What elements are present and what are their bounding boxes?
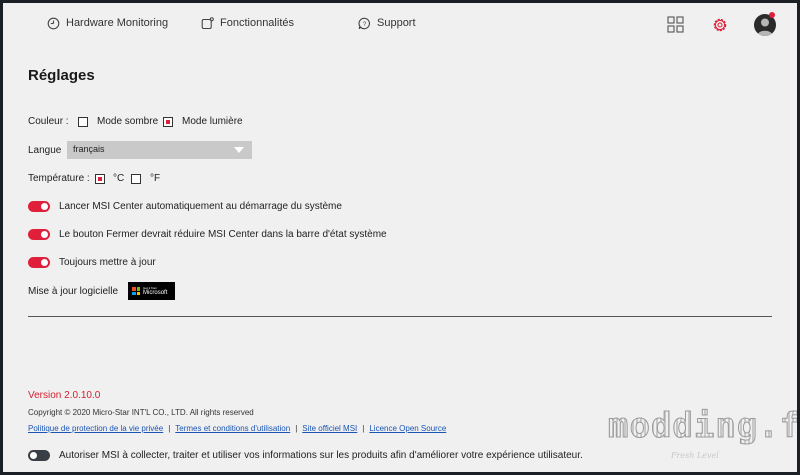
link-separator: | bbox=[168, 424, 171, 433]
fahrenheit-label: °F bbox=[150, 173, 161, 184]
toggle-row-auto-update: Toujours mettre à jour bbox=[28, 257, 156, 268]
microsoft-store-badge[interactable]: Get it from Microsoft bbox=[128, 282, 176, 300]
svg-text:?: ? bbox=[363, 22, 367, 28]
link-separator: | bbox=[362, 424, 365, 433]
toggle-row-autostart: Lancer MSI Center automatiquement au dém… bbox=[28, 201, 342, 212]
open-source-license-link[interactable]: Licence Open Source bbox=[369, 424, 446, 433]
chevron-down-icon bbox=[234, 147, 244, 153]
software-update-label: Mise à jour logicielle bbox=[28, 285, 119, 297]
copyright-text: Copyright © 2020 Micro-Star INT'L CO., L… bbox=[28, 408, 254, 417]
gauge-icon bbox=[47, 17, 60, 29]
auto-update-label: Toujours mettre à jour bbox=[59, 257, 156, 268]
page-title: Réglages bbox=[28, 67, 95, 84]
color-setting-row: Couleur : Mode sombre Mode lumière bbox=[28, 116, 243, 127]
consent-toggle[interactable] bbox=[28, 450, 50, 461]
toggle-row-close-to-tray: Le bouton Fermer devrait réduire MSI Cen… bbox=[28, 229, 387, 240]
consent-label: Autoriser MSI à collecter, traiter et ut… bbox=[59, 450, 583, 461]
language-row: Langue bbox=[28, 145, 61, 156]
celsius-checkbox[interactable] bbox=[95, 173, 105, 184]
language-select-value: français bbox=[73, 144, 105, 154]
nav-features-label: Fonctionnalités bbox=[220, 17, 294, 29]
close-to-tray-label: Le bouton Fermer devrait réduire MSI Cen… bbox=[59, 229, 387, 240]
divider bbox=[28, 316, 772, 317]
consent-row: Autoriser MSI à collecter, traiter et ut… bbox=[28, 450, 583, 461]
auto-update-toggle[interactable] bbox=[28, 257, 50, 268]
watermark-subtitle: Fresh Level bbox=[671, 451, 719, 460]
top-nav: Hardware Monitoring Fonctionnalités ? Su… bbox=[3, 3, 797, 47]
privacy-policy-link[interactable]: Politique de protection de la vie privée bbox=[28, 424, 163, 433]
nav-hardware-monitoring[interactable]: Hardware Monitoring bbox=[47, 14, 168, 32]
language-select[interactable]: français bbox=[67, 141, 252, 159]
dark-mode-label: Mode sombre bbox=[97, 116, 159, 127]
official-site-link[interactable]: Site officiel MSI bbox=[302, 424, 357, 433]
light-mode-label: Mode lumière bbox=[182, 116, 243, 127]
terms-link[interactable]: Termes et conditions d'utilisation bbox=[175, 424, 290, 433]
nav-features[interactable]: Fonctionnalités bbox=[201, 14, 294, 32]
dark-mode-checkbox[interactable] bbox=[78, 116, 88, 127]
software-update-row: Mise à jour logicielle Get it from Micro… bbox=[28, 282, 176, 300]
chat-icon: ? bbox=[358, 17, 370, 29]
nav-hardware-label: Hardware Monitoring bbox=[66, 17, 169, 29]
fahrenheit-checkbox[interactable] bbox=[131, 173, 141, 184]
watermark-logo: modding.fr bbox=[608, 406, 797, 447]
temperature-row: Température : °C °F bbox=[28, 173, 160, 184]
badge-big-text: Microsoft bbox=[143, 289, 168, 296]
autostart-toggle[interactable] bbox=[28, 201, 50, 212]
light-mode-checkbox[interactable] bbox=[163, 116, 173, 127]
microsoft-logo-icon bbox=[132, 287, 141, 295]
notification-dot bbox=[769, 12, 775, 18]
version-text: Version 2.0.10.0 bbox=[28, 390, 101, 401]
nav-support[interactable]: ? Support bbox=[358, 14, 416, 32]
language-label: Langue bbox=[28, 145, 62, 156]
grid-icon[interactable] bbox=[667, 16, 684, 33]
footer-links: Politique de protection de la vie privée… bbox=[28, 424, 446, 433]
nav-support-label: Support bbox=[377, 17, 416, 29]
close-to-tray-toggle[interactable] bbox=[28, 229, 50, 240]
link-separator: | bbox=[295, 424, 298, 433]
temperature-label: Température : bbox=[28, 173, 90, 184]
celsius-label: °C bbox=[113, 173, 125, 184]
app-window: Hardware Monitoring Fonctionnalités ? Su… bbox=[3, 3, 797, 472]
gear-icon[interactable] bbox=[711, 16, 729, 34]
color-label: Couleur : bbox=[28, 116, 69, 127]
autostart-label: Lancer MSI Center automatiquement au dém… bbox=[59, 201, 342, 212]
features-icon bbox=[201, 16, 214, 29]
